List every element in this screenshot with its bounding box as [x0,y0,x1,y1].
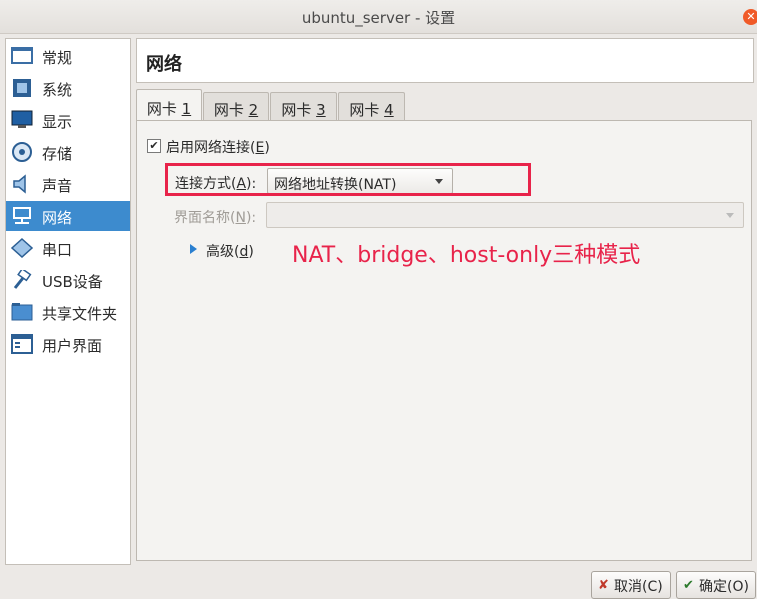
sidebar-item-system[interactable]: 系统 [6,73,130,103]
cancel-icon: ✘ [598,578,609,593]
network-icon [13,207,31,224]
sidebar-item-label: 声音 [42,177,73,195]
tab-label: 网卡 [213,101,249,119]
tab-mnemonic: 1 [181,100,192,118]
enable-mnemonic: E [255,140,265,156]
sidebar-item-label: USB设备 [42,273,103,291]
speaker-icon [13,174,26,194]
general-icon [11,47,33,64]
tab-adapter-2[interactable]: 网卡 2 [203,92,269,120]
sidebar-item-label: 用户界面 [42,337,103,355]
advanced-label-suffix: ) [248,244,254,260]
cancel-button-label: 取消(C) [614,579,663,595]
advanced-toggle-label[interactable]: 高级(d) [206,241,254,261]
tab-label: 网卡 [281,101,317,119]
name-label-suffix: ): [245,210,257,226]
sidebar-item-user-interface[interactable]: 用户界面 [6,329,130,359]
sidebar-item-label: 网络 [42,209,73,227]
sidebar-item-label: 常规 [42,49,73,67]
sidebar-item-usb[interactable]: USB设备 [6,265,130,295]
annotation-text: NAT、bridge、host-only三种模式 [292,243,641,268]
name-mnemonic: N [235,210,246,226]
cancel-button[interactable]: ✘ 取消(C) [591,571,671,599]
sidebar-item-label: 共享文件夹 [42,305,118,323]
tab-adapter-3[interactable]: 网卡 3 [270,92,337,120]
disk-icon [12,142,32,162]
enable-adapter-label[interactable]: 启用网络连接(E) [166,137,270,157]
sidebar-item-label: 显示 [42,113,73,131]
title-bar: ubuntu_server - 设置 ✕ [0,0,757,34]
window-title: ubuntu_server - 设置 [301,9,456,27]
ok-button[interactable]: ✔ 确定(O) [676,571,756,599]
folder-icon [11,303,33,321]
interface-name-label: 界面名称(N): [174,207,256,227]
system-chip-icon [13,79,31,97]
page-title-box: 网络 [136,38,754,83]
attached-to-label: 连接方式(A): [175,173,256,193]
name-label-text: 界面名称( [174,210,236,226]
sidebar-item-display[interactable]: 显示 [6,105,130,135]
chevron-down-icon [435,179,443,184]
enable-label-text: 启用网络连接( [166,140,256,156]
sidebar-item-shared-folders[interactable]: 共享文件夹 [6,297,130,327]
sidebar-item-general[interactable]: 常规 [6,41,130,71]
user-interface-icon [11,334,33,354]
tab-mnemonic: 3 [316,101,326,119]
attached-to-select[interactable]: 网络地址转换(NAT) [267,168,453,194]
advanced-label-text: 高级( [206,244,240,260]
chevron-down-icon [726,213,734,218]
sidebar-item-network[interactable]: 网络 [6,201,130,231]
usb-icon [13,270,32,289]
enable-adapter-checkbox[interactable]: ✔ [147,139,161,153]
settings-sidebar: 常规 系统 显示 存储 声音 网络 串口 USB设备 共享文件夹 用户界面 [5,38,131,565]
sidebar-item-audio[interactable]: 声音 [6,169,130,199]
attached-mnemonic: A [236,176,247,192]
monitor-icon [11,110,33,128]
tab-label: 网卡 [349,101,385,119]
attached-to-value: 网络地址转换(NAT) [274,177,397,193]
attached-label-text: 连接方式( [175,176,237,192]
page-title: 网络 [146,54,182,75]
tab-adapter-4[interactable]: 网卡 4 [338,92,405,120]
expand-arrow-icon[interactable] [190,244,197,254]
enable-label-suffix: ) [264,140,270,156]
close-icon[interactable]: ✕ [743,9,757,25]
tab-mnemonic: 2 [248,101,259,119]
sidebar-item-label: 系统 [42,81,73,99]
sidebar-item-serial[interactable]: 串口 [6,233,130,263]
sidebar-item-label: 串口 [42,241,73,259]
ok-icon: ✔ [683,578,694,593]
sidebar-item-storage[interactable]: 存储 [6,137,130,167]
attached-label-suffix: ): [246,176,257,192]
tab-label: 网卡 [146,100,182,118]
serial-port-icon [11,238,33,258]
interface-name-select [266,202,744,228]
tab-adapter-1[interactable]: 网卡 1 [136,89,202,121]
sidebar-item-label: 存储 [42,145,73,163]
tab-mnemonic: 4 [384,101,394,119]
ok-button-label: 确定(O) [699,579,749,595]
